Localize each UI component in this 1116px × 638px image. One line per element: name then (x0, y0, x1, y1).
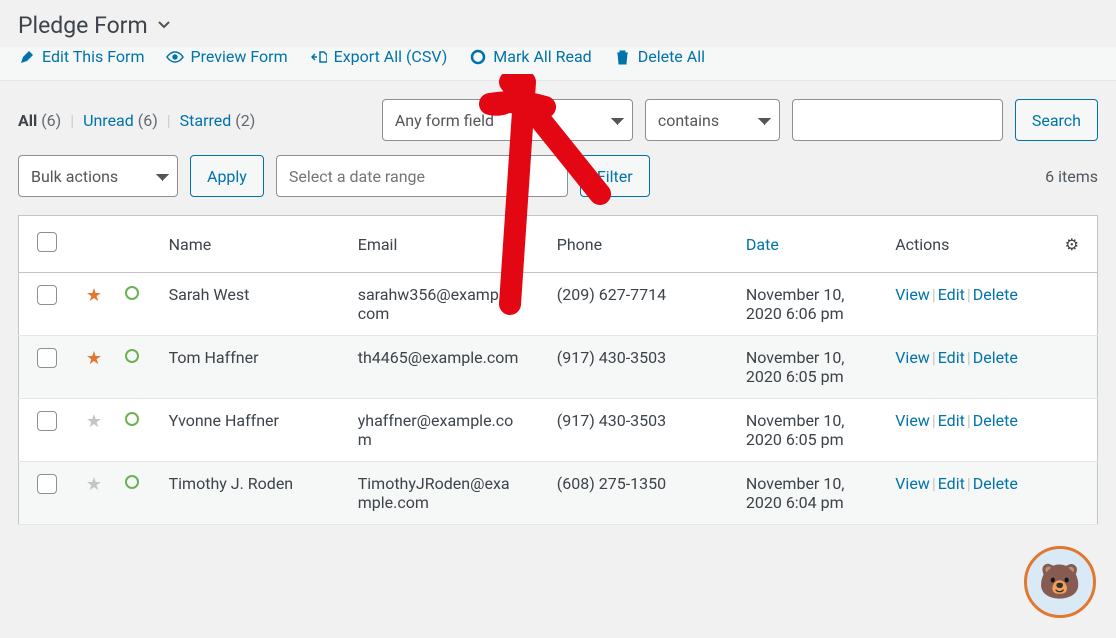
filter-starred-count: (2) (235, 111, 255, 130)
filter-starred-link[interactable]: Starred (180, 111, 232, 130)
row-actions: View|Edit|Delete (877, 399, 1097, 462)
gear-icon[interactable]: ⚙ (1065, 235, 1079, 254)
star-icon[interactable]: ★ (86, 348, 102, 369)
filter-all-count: (6) (41, 111, 61, 130)
entry-phone: (917) 430-3503 (539, 336, 728, 399)
mascot-badge[interactable]: 🐻 (1024, 546, 1096, 618)
entry-email: yhaffner@example.com (340, 399, 539, 462)
delete-link[interactable]: Delete (973, 285, 1018, 304)
table-row: ★ Tom Haffnerth4465@example.com(917) 430-… (19, 336, 1098, 399)
delete-all-label: Delete All (638, 47, 705, 66)
delete-link[interactable]: Delete (973, 474, 1018, 493)
read-indicator-icon[interactable] (125, 349, 139, 363)
mark-all-read-label: Mark All Read (493, 47, 591, 66)
edit-link[interactable]: Edit (938, 285, 965, 304)
view-link[interactable]: View (895, 411, 930, 430)
star-icon[interactable]: ★ (86, 474, 102, 495)
page-title: Pledge Form (18, 12, 148, 39)
edit-link[interactable]: Edit (938, 474, 965, 493)
column-phone-header[interactable]: Phone (539, 216, 728, 273)
page-title-dropdown-icon[interactable] (156, 16, 172, 36)
row-checkbox[interactable] (37, 474, 57, 494)
date-range-input[interactable] (276, 155, 568, 197)
table-row: ★ Sarah Westsarahw356@example.com(209) 62… (19, 273, 1098, 336)
entry-phone: (917) 430-3503 (539, 399, 728, 462)
form-actions-toolbar: Edit This Form Preview Form Export All (… (0, 47, 1116, 81)
items-count: 6 items (1045, 167, 1098, 186)
table-row: ★ Yvonne Haffneryhaffner@example.com(917)… (19, 399, 1098, 462)
search-button[interactable]: Search (1015, 99, 1098, 141)
edit-form-link[interactable]: Edit This Form (18, 47, 144, 66)
star-icon[interactable]: ★ (86, 285, 102, 306)
delete-link[interactable]: Delete (973, 348, 1018, 367)
row-checkbox[interactable] (37, 348, 57, 368)
table-row: ★ Timothy J. RodenTimothyJRoden@example.c… (19, 462, 1098, 525)
entry-date: November 10, 2020 6:04 pm (728, 462, 877, 525)
edit-link[interactable]: Edit (938, 411, 965, 430)
row-checkbox[interactable] (37, 285, 57, 305)
form-field-select[interactable]: Any form field (382, 99, 633, 141)
entry-email: TimothyJRoden@example.com (340, 462, 539, 525)
export-csv-link[interactable]: Export All (CSV) (310, 47, 448, 66)
trash-icon (614, 48, 632, 66)
bulk-actions-select[interactable]: Bulk actions (18, 155, 178, 197)
delete-all-link[interactable]: Delete All (614, 47, 705, 66)
entries-table: Name Email Phone Date Actions ⚙ ★ Sarah W… (18, 215, 1098, 525)
entry-date: November 10, 2020 6:05 pm (728, 336, 877, 399)
edit-link[interactable]: Edit (938, 348, 965, 367)
column-email-header[interactable]: Email (340, 216, 539, 273)
entry-date: November 10, 2020 6:06 pm (728, 273, 877, 336)
bulk-row: Bulk actions Apply Filter 6 items (0, 141, 1116, 215)
eye-icon (166, 48, 184, 66)
row-checkbox[interactable] (37, 411, 57, 431)
filter-unread-link[interactable]: Unread (83, 111, 134, 130)
search-input[interactable] (792, 99, 1003, 141)
entry-name: Sarah West (151, 273, 340, 336)
entry-email: th4465@example.com (340, 336, 539, 399)
view-link[interactable]: View (895, 285, 930, 304)
column-actions-header: Actions (877, 216, 1046, 273)
filter-button[interactable]: Filter (580, 155, 650, 197)
preview-form-label: Preview Form (190, 47, 287, 66)
entry-email: sarahw356@example.com (340, 273, 539, 336)
export-csv-label: Export All (CSV) (334, 47, 448, 66)
entry-name: Timothy J. Roden (151, 462, 340, 525)
row-actions: View|Edit|Delete (877, 462, 1097, 525)
star-icon[interactable]: ★ (86, 411, 102, 432)
row-actions: View|Edit|Delete (877, 273, 1097, 336)
circle-icon (469, 48, 487, 66)
entry-phone: (209) 627-7714 (539, 273, 728, 336)
read-indicator-icon[interactable] (125, 286, 139, 300)
view-link[interactable]: View (895, 348, 930, 367)
apply-button[interactable]: Apply (190, 155, 264, 197)
preview-form-link[interactable]: Preview Form (166, 47, 287, 66)
edit-form-label: Edit This Form (42, 47, 144, 66)
page-title-bar: Pledge Form (0, 0, 1116, 47)
filter-bar: All (6) | Unread (6) | Starred (2) Any f… (0, 81, 1116, 141)
pencil-icon (18, 48, 36, 66)
read-indicator-icon[interactable] (125, 475, 139, 489)
select-all-checkbox[interactable] (37, 232, 57, 252)
operator-select[interactable]: contains (645, 99, 780, 141)
entry-name: Yvonne Haffner (151, 399, 340, 462)
status-filter-links: All (6) | Unread (6) | Starred (2) (18, 111, 255, 130)
entry-name: Tom Haffner (151, 336, 340, 399)
entry-date: November 10, 2020 6:05 pm (728, 399, 877, 462)
entry-phone: (608) 275-1350 (539, 462, 728, 525)
read-indicator-icon[interactable] (125, 412, 139, 426)
mark-all-read-link[interactable]: Mark All Read (469, 47, 591, 66)
filter-all-label[interactable]: All (18, 111, 37, 130)
filter-unread-count: (6) (138, 111, 158, 130)
export-icon (310, 48, 328, 66)
column-name-header[interactable]: Name (151, 216, 340, 273)
column-date-header[interactable]: Date (746, 235, 779, 254)
row-actions: View|Edit|Delete (877, 336, 1097, 399)
view-link[interactable]: View (895, 474, 930, 493)
delete-link[interactable]: Delete (973, 411, 1018, 430)
